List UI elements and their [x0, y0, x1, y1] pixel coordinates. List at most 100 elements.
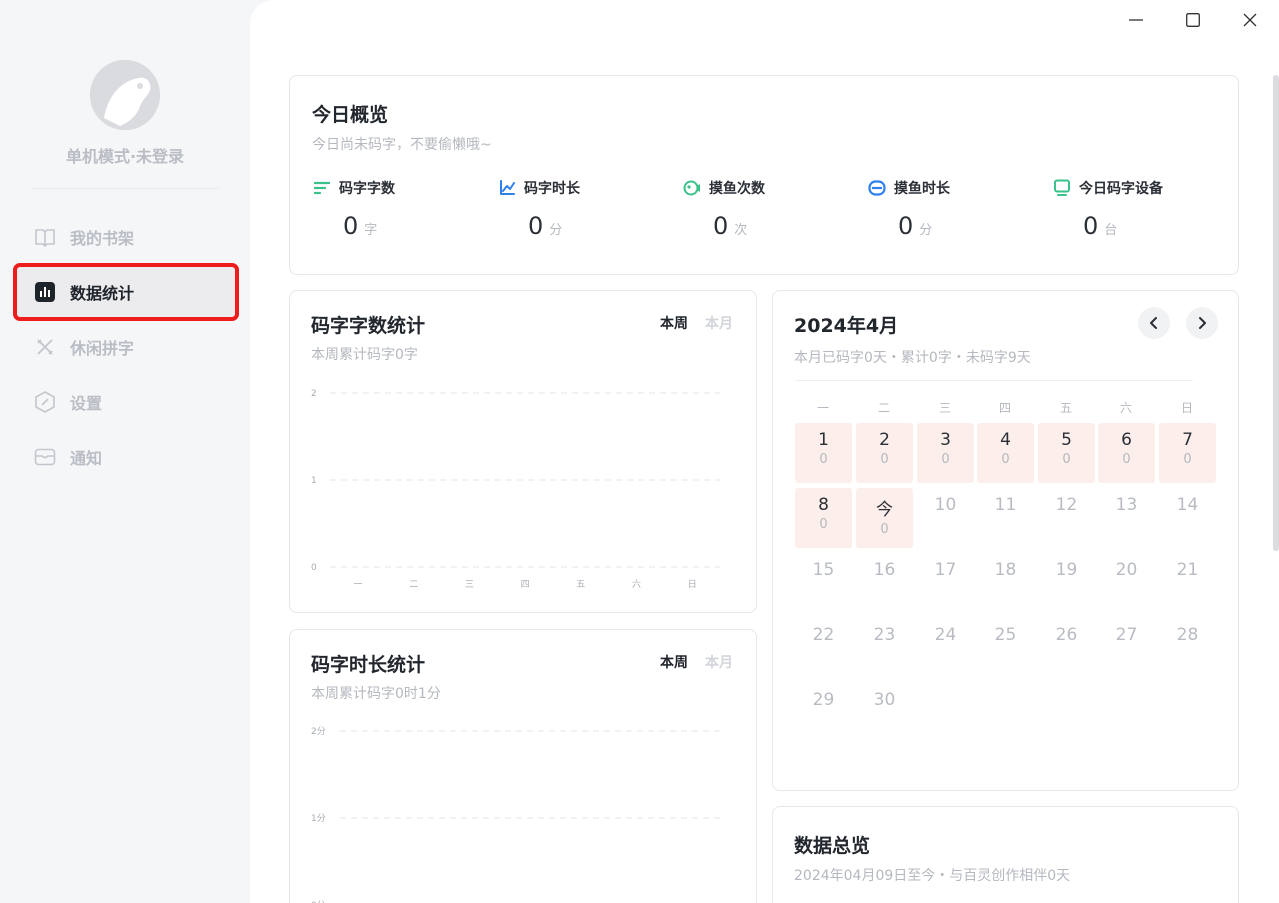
- stat-value: 0: [898, 212, 914, 240]
- typing-time-chart-card: 码字时长统计 本周累计码字0时1分 本周 本月 0分1分2分一二三四五六日: [289, 629, 757, 903]
- next-month-button[interactable]: [1186, 307, 1218, 339]
- calendar-day[interactable]: 今0: [856, 488, 913, 548]
- calendar-day-number: 8: [818, 495, 829, 515]
- fish-icon: [683, 179, 701, 197]
- weekday-label: 三: [938, 401, 951, 415]
- calendar-day[interactable]: 20: [856, 423, 913, 483]
- x-tick-label: 六: [632, 578, 641, 590]
- sidebar-divider: [32, 188, 219, 189]
- calendar-day[interactable]: 21: [1159, 553, 1216, 613]
- sidebar-item-bookshelf[interactable]: 我的书架: [16, 211, 236, 263]
- calendar-day[interactable]: 10: [795, 423, 852, 483]
- stat-label: 码字时长: [524, 181, 580, 197]
- calendar-day[interactable]: 29: [795, 683, 852, 743]
- minimize-icon[interactable]: [1121, 10, 1151, 30]
- calendar-day[interactable]: 23: [856, 618, 913, 678]
- calendar-day-number: 16: [873, 560, 896, 580]
- calendar-day-count: 0: [819, 452, 828, 467]
- sidebar-item-notifications[interactable]: 通知: [16, 431, 236, 483]
- main-panel: 今日概览 今日尚未码字，不要偷懒哦~ 码字字数 0字 码字时长 0分 摸鱼次数 …: [250, 0, 1279, 903]
- calendar-day-number: 24: [934, 625, 957, 645]
- time-chart-week-toggle[interactable]: 本周: [660, 652, 688, 672]
- y-tick-label: 2分: [311, 726, 326, 737]
- stat-word-count: 码字字数 0字: [313, 178, 498, 240]
- calendar-day[interactable]: 13: [1098, 488, 1155, 548]
- x-tick-label: 四: [521, 580, 530, 590]
- time-chart-month-toggle[interactable]: 本月: [705, 652, 733, 672]
- settings-icon: [34, 391, 56, 413]
- calendar-day-number: 6: [1121, 430, 1132, 450]
- stat-value: 0: [343, 212, 359, 240]
- chevron-right-icon: [1199, 317, 1206, 329]
- calendar-day[interactable]: 12: [1038, 488, 1095, 548]
- y-tick-label: 1: [311, 476, 317, 486]
- calendar-day[interactable]: 15: [795, 553, 852, 613]
- stat-value: 0: [528, 212, 544, 240]
- weekday-label: 五: [1059, 401, 1072, 415]
- word-count-chart-card: 码字字数统计 本周累计码字0字 本周 本月 0 1 2 一 二 三 四 五 六 日: [289, 290, 757, 613]
- calendar-day[interactable]: 80: [795, 488, 852, 548]
- calendar-day[interactable]: 17: [917, 553, 974, 613]
- x-tick-label: 一: [353, 580, 362, 590]
- text-lines-icon: [313, 179, 331, 197]
- maximize-icon[interactable]: [1178, 10, 1208, 30]
- time-chart-title: 码字时长统计: [311, 654, 426, 676]
- calendar-day[interactable]: 27: [1098, 618, 1155, 678]
- calendar-day[interactable]: 10: [917, 488, 974, 548]
- sidebar-item-puzzle[interactable]: 休闲拼字: [16, 321, 236, 373]
- calendar-day[interactable]: 50: [1038, 423, 1095, 483]
- calendar-day[interactable]: 70: [1159, 423, 1216, 483]
- calendar-day[interactable]: 19: [1038, 553, 1095, 613]
- y-tick-label: 1分: [311, 813, 326, 824]
- sidebar-item-statistics[interactable]: 数据统计: [13, 263, 239, 321]
- calendar-day[interactable]: 60: [1098, 423, 1155, 483]
- prev-month-button[interactable]: [1138, 307, 1170, 339]
- calendar-day[interactable]: 20: [1098, 553, 1155, 613]
- calendar-day[interactable]: 30: [917, 423, 974, 483]
- calendar-day-number: 25: [994, 625, 1017, 645]
- calendar-month-title: 2024年4月: [794, 315, 899, 337]
- cup-icon: [868, 179, 886, 197]
- calendar-day-number: 5: [1061, 430, 1072, 450]
- stat-value: 0: [1083, 212, 1099, 240]
- stat-unit: 分: [549, 223, 563, 238]
- avatar[interactable]: [90, 60, 160, 130]
- calendar-day[interactable]: 14: [1159, 488, 1216, 548]
- calendar-day[interactable]: 25: [977, 618, 1034, 678]
- calendar-day-number: 13: [1115, 495, 1138, 515]
- stat-slack-time: 摸鱼时长 0分: [868, 178, 1053, 240]
- calendar-day[interactable]: 11: [977, 488, 1034, 548]
- stat-typing-time: 码字时长 0分: [498, 178, 683, 240]
- calendar-day-number: 14: [1176, 495, 1199, 515]
- weekday-label: 四: [998, 401, 1011, 415]
- calendar-day-number: 27: [1115, 625, 1138, 645]
- calendar-day-count: 0: [1062, 452, 1071, 467]
- calendar-day-count: 0: [819, 517, 828, 532]
- stat-unit: 字: [364, 223, 378, 238]
- calendar-day-count: 0: [1183, 452, 1192, 467]
- calendar-day-number: 7: [1182, 430, 1193, 450]
- stat-devices: 今日码字设备 0台: [1053, 178, 1238, 240]
- calendar-day-number: 28: [1176, 625, 1199, 645]
- calendar-day-number: 23: [873, 625, 896, 645]
- calendar-day[interactable]: 24: [917, 618, 974, 678]
- calendar-day[interactable]: 18: [977, 553, 1034, 613]
- calendar-day[interactable]: 22: [795, 618, 852, 678]
- summary-subtitle: 2024年04月09日至今・与百灵创作相伴0天: [794, 868, 1071, 884]
- scrollbar[interactable]: [1273, 75, 1279, 551]
- close-icon[interactable]: [1235, 10, 1265, 30]
- calendar-day-number: 22: [812, 625, 835, 645]
- sidebar-item-settings[interactable]: 设置: [16, 376, 236, 428]
- calendar-day[interactable]: 40: [977, 423, 1034, 483]
- calendar-day[interactable]: 16: [856, 553, 913, 613]
- calendar-day[interactable]: 26: [1038, 618, 1095, 678]
- stat-label: 摸鱼时长: [894, 181, 950, 197]
- sidebar-item-label: 数据统计: [70, 284, 135, 303]
- calendar-day[interactable]: 30: [856, 683, 913, 743]
- word-chart-month-toggle[interactable]: 本月: [705, 313, 733, 333]
- calendar-day[interactable]: 28: [1159, 618, 1216, 678]
- word-count-chart: 0 1 2 一 二 三 四 五 六 日: [311, 389, 720, 590]
- sidebar-item-label: 通知: [70, 449, 103, 468]
- sidebar: 单机模式·未登录 我的书架 数据统计 休闲拼字 设置 通知: [0, 0, 250, 903]
- word-chart-week-toggle[interactable]: 本周: [660, 313, 688, 333]
